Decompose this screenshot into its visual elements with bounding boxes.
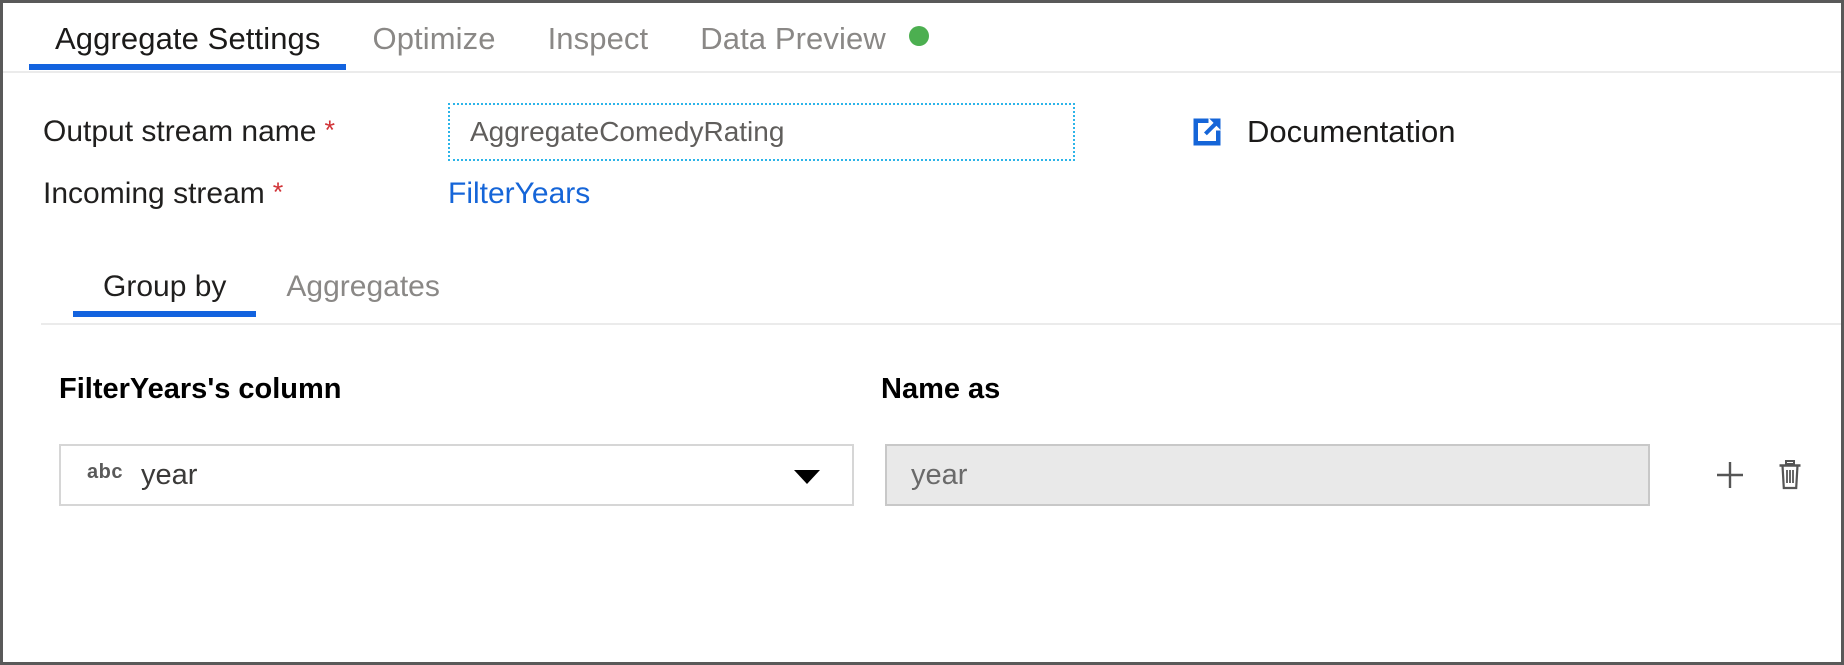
output-stream-label: Output stream name * xyxy=(43,115,448,149)
subtab-aggregates-label: Aggregates xyxy=(286,270,440,303)
incoming-stream-label-text: Incoming stream xyxy=(43,177,265,210)
column-header-source-column: FilterYears's column xyxy=(59,373,342,405)
source-column-value: year xyxy=(140,458,198,491)
column-header-name-as: Name as xyxy=(881,373,1001,405)
secondary-tabstrip: Group by Aggregates xyxy=(3,253,1841,327)
tabstrip-divider xyxy=(3,71,1841,73)
output-stream-name-input[interactable] xyxy=(448,103,1075,161)
tab-inspect[interactable]: Inspect xyxy=(522,3,675,61)
documentation-link[interactable]: Documentation xyxy=(1189,114,1456,150)
primary-tabs: Aggregate Settings Optimize Inspect Data… xyxy=(29,3,955,70)
tab-active-underline xyxy=(29,64,347,70)
external-link-icon xyxy=(1193,118,1221,146)
output-stream-label-text: Output stream name xyxy=(43,115,317,148)
incoming-stream-row: Incoming stream * FilterYears xyxy=(3,163,1841,225)
group-by-grid: FilterYears's column Name as abc year xyxy=(3,327,1841,506)
tab-aggregate-settings[interactable]: Aggregate Settings xyxy=(29,3,347,70)
output-stream-row: Output stream name* Documentation xyxy=(3,101,1841,163)
incoming-stream-value-link[interactable]: FilterYears xyxy=(448,177,590,211)
row-actions xyxy=(1706,451,1826,499)
add-row-button[interactable] xyxy=(1706,451,1754,499)
primary-tabstrip: Aggregate Settings Optimize Inspect Data… xyxy=(3,3,1841,73)
tab-aggregate-settings-label: Aggregate Settings xyxy=(55,21,321,56)
tab-optimize[interactable]: Optimize xyxy=(346,3,521,61)
aggregate-settings-panel: Aggregate Settings Optimize Inspect Data… xyxy=(0,0,1844,665)
tab-inspect-label: Inspect xyxy=(547,21,649,56)
name-as-input[interactable] xyxy=(885,444,1650,506)
delete-row-button[interactable] xyxy=(1766,451,1814,499)
tab-data-preview[interactable]: Data Preview xyxy=(674,3,954,61)
secondary-tabstrip-divider xyxy=(41,323,1841,325)
output-stream-required-marker: * xyxy=(324,115,335,145)
grid-header-row: FilterYears's column Name as xyxy=(3,373,1841,406)
settings-form: Output stream name* Documentation Incomi… xyxy=(3,73,1841,225)
subtab-group-by[interactable]: Group by xyxy=(73,253,257,317)
incoming-stream-label: Incoming stream * xyxy=(43,177,448,211)
plus-icon xyxy=(1717,462,1743,488)
tab-data-preview-label: Data Preview xyxy=(700,21,886,56)
subtab-group-by-label: Group by xyxy=(103,270,227,303)
documentation-label: Documentation xyxy=(1247,114,1456,149)
subtab-aggregates[interactable]: Aggregates xyxy=(256,253,469,309)
source-column-dropdown[interactable]: abc year xyxy=(59,444,854,506)
tab-optimize-label: Optimize xyxy=(372,21,496,56)
table-row: abc year xyxy=(3,444,1841,506)
status-dot-green-icon xyxy=(908,26,929,46)
string-type-icon: abc xyxy=(87,461,123,483)
chevron-down-icon xyxy=(794,470,820,484)
incoming-stream-required-marker: * xyxy=(272,177,284,207)
secondary-tabs: Group by Aggregates xyxy=(73,253,470,317)
trash-icon xyxy=(1779,460,1801,490)
subtab-active-underline xyxy=(73,311,257,317)
